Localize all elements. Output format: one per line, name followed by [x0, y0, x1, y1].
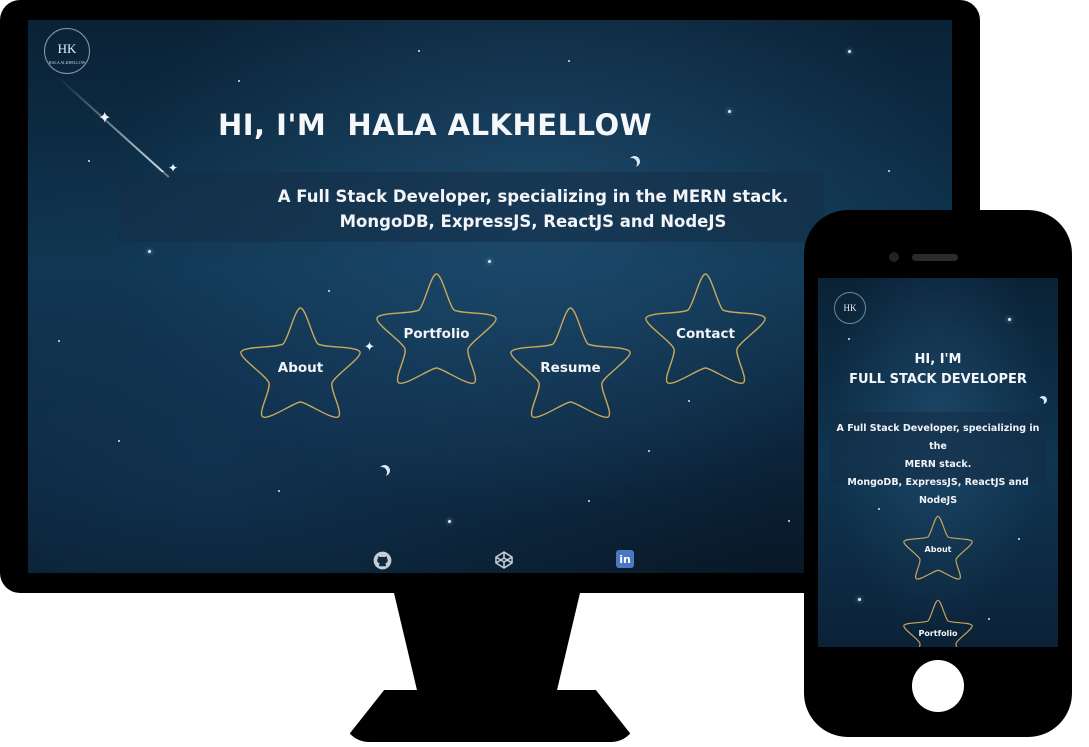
star-decoration [448, 520, 451, 523]
star-decoration [988, 618, 990, 620]
site-logo[interactable]: HK HALA ALKHELLOW [44, 28, 90, 74]
star-decoration [148, 250, 151, 253]
star-decoration [888, 170, 890, 172]
mobile-hero-title: HI, I'M FULL STACK DEVELOPER [818, 350, 1058, 390]
mobile-tagline-panel: A Full Stack Developer, specializing in … [830, 412, 1046, 506]
moon-icon [626, 158, 637, 169]
tagline-line: A Full Stack Developer, specializing in … [836, 423, 1040, 452]
shooting-star [56, 76, 170, 178]
phone-camera [889, 252, 899, 262]
star-decoration [858, 598, 861, 601]
mobile-nav-about-button[interactable]: About [902, 514, 974, 580]
github-icon[interactable] [372, 550, 392, 570]
tagline-line: MongoDB, ExpressJS, ReactJS and NodeJS [339, 212, 727, 231]
mobile-site-logo[interactable]: HK [834, 292, 866, 324]
nav-about-button[interactable]: About [238, 304, 363, 419]
star-decoration [648, 450, 650, 452]
star-decoration [418, 50, 420, 52]
star-decoration [848, 50, 851, 53]
nav-contact-button[interactable]: Contact [643, 270, 768, 385]
star-decoration [688, 400, 690, 402]
nav-label: Portfolio [918, 629, 958, 638]
star-decoration [588, 500, 590, 502]
phone-home-button[interactable] [912, 660, 964, 712]
star-outline [903, 599, 973, 647]
logo-initials: HK [57, 41, 77, 56]
mobile-title-line: HI, I'M [914, 352, 962, 367]
linkedin-icon[interactable]: in [616, 550, 634, 568]
nav-label: Contact [676, 326, 735, 342]
monitor-stand-base [343, 690, 637, 742]
monitor-stand-neck [394, 593, 580, 703]
star-decoration [488, 260, 491, 263]
star-decoration [58, 340, 60, 342]
star-decoration [1018, 538, 1020, 540]
tagline: A Full Stack Developer, specializing in … [238, 184, 828, 234]
logo-subtext: HALA ALKHELLOW [48, 60, 86, 65]
star-decoration [788, 520, 790, 522]
nav-resume-button[interactable]: Resume [508, 304, 633, 419]
mobile-phone: HK HI, I'M FULL STACK DEVELOPER A Full S… [804, 210, 1072, 737]
star-decoration [728, 110, 731, 113]
nav-label: Portfolio [403, 326, 470, 342]
phone-speaker [912, 254, 958, 261]
star-decoration [1008, 318, 1011, 321]
tagline-line: MERN stack. [904, 459, 972, 470]
logo-initials: HK [843, 303, 857, 313]
hero-title: HI, I'M HALA ALKHELLOW [218, 108, 653, 142]
sparkle-icon: ✦ [98, 108, 112, 127]
tagline-line: A Full Stack Developer, specializing in … [277, 187, 789, 206]
star-decoration [568, 60, 570, 62]
star-decoration [328, 290, 330, 292]
star-decoration [278, 490, 280, 492]
nav-label: Resume [540, 360, 601, 376]
nav-label: About [277, 360, 324, 376]
codepen-icon[interactable] [494, 550, 514, 570]
star-decoration [88, 160, 90, 162]
mobile-nav-portfolio-button[interactable]: Portfolio [902, 598, 974, 647]
star-decoration [118, 440, 120, 442]
nav-label: About [924, 545, 952, 554]
mobile-screen: HK HI, I'M FULL STACK DEVELOPER A Full S… [818, 278, 1058, 647]
nav-portfolio-button[interactable]: Portfolio [374, 270, 499, 385]
moon-icon [1036, 398, 1044, 406]
star-decoration [238, 80, 240, 82]
mobile-title-line: FULL STACK DEVELOPER [849, 372, 1027, 387]
tagline-panel: A Full Stack Developer, specializing in … [118, 172, 824, 242]
mobile-tagline: A Full Stack Developer, specializing in … [830, 420, 1046, 510]
moon-icon [376, 467, 387, 478]
star-decoration [848, 338, 850, 340]
tagline-line: MongoDB, ExpressJS, ReactJS and NodeJS [847, 477, 1029, 506]
